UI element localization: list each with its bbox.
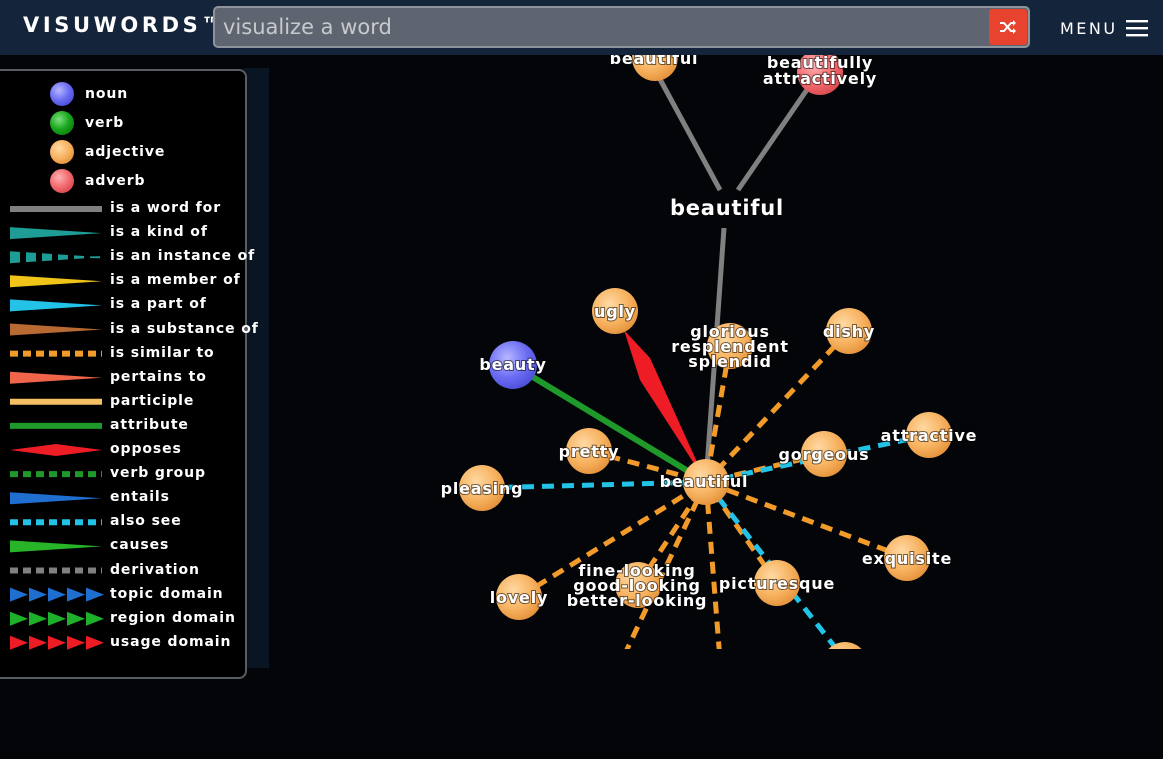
legend-label-adjective: adjective	[85, 144, 166, 160]
label-top-word[interactable]: beautiful	[669, 195, 784, 221]
label-beautiful-center[interactable]: beautiful	[659, 471, 749, 492]
legend-label-is-a-member-of: is a member of	[110, 272, 241, 289]
random-word-button[interactable]	[989, 9, 1027, 45]
legend-swatch-causes	[10, 540, 102, 553]
label-pleasing[interactable]: pleasing	[440, 478, 524, 499]
label-pretty[interactable]: pretty	[558, 441, 620, 462]
legend-label-verb: verb	[85, 115, 125, 131]
legend-swatch-adjective	[50, 140, 74, 164]
label-glorious-3[interactable]: splendid	[687, 351, 772, 372]
legend-label-participle: participle	[110, 392, 195, 409]
label-beauty[interactable]: beauty	[478, 354, 547, 375]
label-beautifully-2[interactable]: attractively	[762, 68, 877, 89]
label-ugly[interactable]: ugly	[593, 301, 636, 322]
label-gorgeous[interactable]: gorgeous	[778, 444, 870, 465]
legend-label-verb-group: verb group	[110, 465, 206, 482]
search-input[interactable]	[223, 8, 983, 46]
legend-label-adverb: adverb	[85, 173, 146, 189]
legend-swatch-topic-domain	[10, 587, 104, 602]
legend-swatch-region-domain	[10, 611, 104, 626]
legend-label-also-see: also see	[110, 513, 182, 530]
legend-swatch-adverb	[50, 169, 74, 193]
legend-label-is-a-kind-of: is a kind of	[110, 224, 208, 241]
label-attractive[interactable]: attractive	[880, 425, 978, 446]
menu-label: MENU	[1060, 18, 1118, 38]
legend-label-pertains-to: pertains to	[110, 368, 207, 385]
legend-swatch-is-a-member-of	[10, 275, 102, 288]
legend-label-is-an-instance-of: is an instance of	[110, 248, 256, 265]
legend-panel: noun verb adjective adverb is a word for is a…	[0, 69, 258, 679]
label-picturesque[interactable]: picturesque	[718, 573, 835, 594]
legend-swatch-is-an-instance-of	[10, 251, 100, 264]
legend-swatch-is-a-kind-of	[10, 227, 102, 240]
legend-label-derivation: derivation	[110, 561, 200, 578]
legend-swatch-verb	[50, 111, 74, 135]
legend-swatch-is-a-part-of	[10, 299, 102, 312]
legend-swatch-pertains-to	[10, 371, 102, 384]
label-fine-3[interactable]: better-looking	[566, 590, 708, 611]
legend-label-attribute: attribute	[110, 416, 189, 433]
shuffle-icon	[1000, 20, 1016, 34]
legend-label-region-domain: region domain	[110, 609, 236, 626]
legend-label-is-a-part-of: is a part of	[110, 296, 207, 313]
legend-swatch-is-a-substance-of	[10, 323, 102, 336]
search-box	[213, 6, 1030, 48]
visuwords-logo[interactable]: VISUWORDS™	[23, 13, 226, 37]
word-graph[interactable]: beautiful beautifully attractively beaut…	[270, 55, 1163, 649]
label-lovely[interactable]: lovely	[489, 587, 549, 608]
legend-label-is-similar-to: is similar to	[110, 344, 215, 361]
legend-label-is-a-substance-of: is a substance of	[110, 320, 259, 337]
legend-label-noun: noun	[85, 86, 129, 102]
legend-label-entails: entails	[110, 489, 170, 506]
legend-label-is-a-word-for: is a word for	[110, 200, 221, 216]
legend-swatch-noun	[50, 82, 74, 106]
legend-swatch-usage-domain	[10, 635, 104, 650]
legend-label-topic-domain: topic domain	[110, 585, 224, 602]
legend-relation-swatches	[10, 206, 104, 650]
label-dishy[interactable]: dishy	[822, 321, 875, 342]
hamburger-menu-icon	[1125, 20, 1148, 37]
legend-swatch-opposes	[10, 444, 102, 456]
app-header: VISUWORDS™ MENU	[0, 0, 1163, 55]
label-exquisite[interactable]: exquisite	[861, 548, 952, 569]
legend-label-usage-domain: usage domain	[110, 633, 232, 650]
menu-button[interactable]: MENU	[1060, 14, 1148, 42]
legend-label-opposes: opposes	[110, 441, 182, 457]
legend-label-causes: causes	[110, 537, 170, 554]
label-beautiful-top[interactable]: beautiful	[609, 55, 699, 69]
edge-word-for-2	[735, 76, 818, 192]
legend-swatch-entails	[10, 492, 102, 505]
edge-similar-down-2	[703, 481, 722, 649]
edge-word-for-1	[652, 68, 723, 192]
